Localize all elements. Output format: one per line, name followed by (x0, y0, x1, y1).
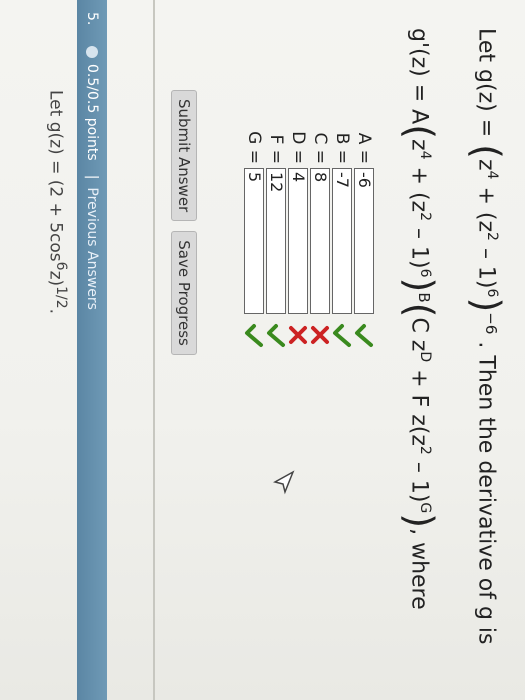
answer-label-b: B = (332, 132, 352, 164)
minus-one-3: – 1) (406, 461, 432, 503)
plus-term-2: + (z (406, 166, 432, 213)
prompt-then: . Then the derivative of g is (473, 341, 499, 645)
open-paren-2: ( (397, 124, 442, 140)
next-question-text: Let g(z) = (2 + 5cos6z)1/2. (45, 90, 69, 314)
header-separator: | (84, 174, 100, 180)
next-question-lead: Let g(z) = (2 + 5cos (45, 90, 66, 262)
exp-4b: 4 (417, 150, 433, 160)
exp-6b: 6 (417, 268, 433, 278)
action-buttons: Submit Answer Save Progress (171, 90, 197, 355)
close-paren-2: ) (397, 277, 442, 293)
answer-row-a: A = -6 (353, 120, 375, 348)
gprime-lead: g'(z) = A (406, 28, 432, 125)
answer-label-d: D = (288, 131, 308, 164)
next-exp-half: 1/2 (53, 286, 69, 309)
answer-input-g[interactable]: 5 (244, 168, 264, 314)
cursor-icon (273, 470, 295, 495)
answer-label-f: F = (266, 134, 286, 164)
minus-one: – 1) (473, 247, 499, 289)
derivative-formula: g'(z) = A(z4 + (z2 – 1)6)B(C zD + F z(z2… (398, 28, 442, 610)
plus-term: + (z (473, 186, 499, 233)
answer-row-g: G = 5 (243, 120, 265, 348)
x-mark-icon (289, 326, 307, 344)
next-question-end: . (45, 308, 66, 315)
save-progress-button[interactable]: Save Progress (171, 231, 197, 355)
next-exp-6: 6 (53, 261, 69, 271)
points-text: 0.5/0.5 points (84, 64, 100, 161)
answer-label-a: A = (354, 132, 374, 164)
question-number: 5. (84, 12, 100, 26)
prompt-lead: Let g(z) = (473, 28, 499, 138)
webassign-question-view: Let g(z) = (z4 + (z2 – 1)6)−6 . Then the… (0, 0, 525, 700)
check-icon (333, 324, 351, 347)
x-mark-icon (311, 326, 329, 344)
z-var-2: z (406, 139, 432, 151)
answer-row-f: F = 12 (265, 120, 287, 348)
section-divider (153, 0, 155, 700)
question-prompt: Let g(z) = (z4 + (z2 – 1)6)−6 . Then the… (465, 28, 509, 645)
answer-input-d[interactable]: 4 (288, 168, 308, 314)
answer-input-f[interactable]: 12 (266, 168, 286, 314)
status-circle-icon (86, 46, 98, 58)
minus-one-2: – 1) (406, 228, 432, 269)
previous-answers-link[interactable]: Previous Answers (84, 187, 100, 309)
g-exponent: G (417, 502, 433, 514)
c-term: C z (406, 317, 432, 352)
answer-input-a[interactable]: -6 (354, 168, 374, 314)
answer-fields: A = -6 B = -7 C = 8 D = 4 F = 12 G = 5 (243, 120, 375, 348)
check-icon (245, 324, 263, 347)
answer-label-c: C = (310, 132, 330, 164)
close-paren: ) (464, 297, 509, 313)
answer-row-b: B = -7 (331, 120, 353, 348)
open-paren-3: ( (397, 302, 442, 318)
where-text: , where (406, 528, 432, 610)
exp-2b: 2 (417, 212, 433, 221)
open-paren: ( (464, 144, 509, 159)
answer-row-c: C = 8 (309, 120, 331, 348)
exp-2: 2 (484, 232, 500, 241)
next-question-mid: z) (45, 270, 66, 287)
check-icon (355, 324, 373, 347)
z-var: z (473, 158, 499, 171)
answer-row-d: D = 4 (287, 120, 309, 348)
submit-answer-button[interactable]: Submit Answer (171, 90, 197, 222)
outer-exponent: −6 (481, 312, 500, 335)
answer-input-c[interactable]: 8 (310, 168, 330, 314)
exp-4: 4 (484, 170, 500, 180)
question-header-bar: 5. 0.5/0.5 points | Previous Answers (77, 0, 107, 700)
f-term: + F z(z (406, 369, 432, 446)
b-exponent: B (414, 292, 433, 303)
exp-2c: 2 (417, 445, 433, 455)
check-icon (267, 324, 285, 347)
answer-label-g: G = (244, 131, 264, 164)
answer-input-b[interactable]: -7 (332, 168, 352, 314)
d-exponent: D (417, 351, 433, 363)
close-paren-3: ) (397, 513, 442, 529)
